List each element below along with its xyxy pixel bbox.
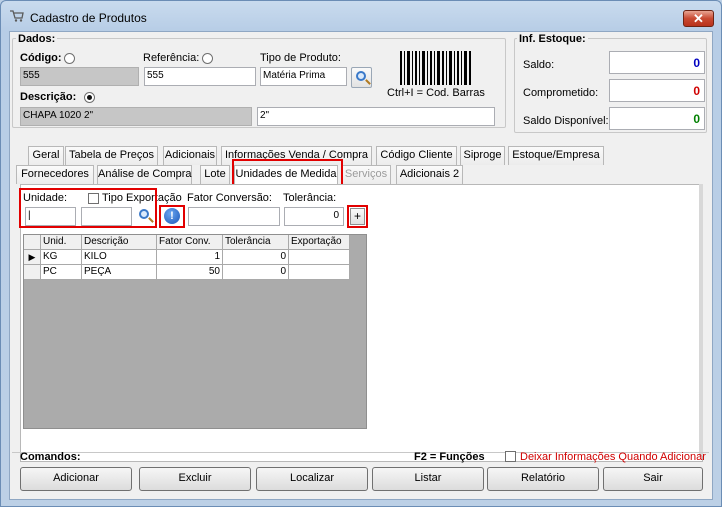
referencia-label: Referência: xyxy=(143,52,200,64)
tab-codigo-cliente[interactable]: Código Cliente xyxy=(376,146,457,165)
tab-fornecedores[interactable]: Fornecedores xyxy=(16,165,94,184)
col-tolerancia[interactable]: Tolerância xyxy=(223,235,289,250)
product-registration-window: Cadastro de Produtos ✕ Dados: Código: 55… xyxy=(0,0,722,507)
dados-group-title: Dados: xyxy=(16,33,58,45)
table-row-2-fator[interactable]: 50 xyxy=(157,265,223,280)
tolerancia-field[interactable]: 0 xyxy=(284,207,344,226)
col-unid[interactable]: Unid. xyxy=(41,235,82,250)
window-title: Cadastro de Produtos xyxy=(30,11,147,25)
tab-siproge[interactable]: Siproge xyxy=(460,146,505,165)
table-row-2-tolerancia[interactable]: 0 xyxy=(223,265,289,280)
table-row-2-exportacao[interactable] xyxy=(289,265,350,280)
localizar-button[interactable]: Localizar xyxy=(256,467,368,491)
referencia-field[interactable]: 555 xyxy=(144,67,256,86)
close-button[interactable]: ✕ xyxy=(683,10,714,27)
descricao-radio[interactable] xyxy=(84,92,95,103)
highlight-tab-unidades xyxy=(232,159,343,186)
descricao-extra-field[interactable]: 2" xyxy=(257,107,495,126)
tab-tabela-precos[interactable]: Tabela de Preços xyxy=(65,146,158,165)
table-row-2-unid[interactable]: PC xyxy=(41,265,82,280)
fator-conversao-field[interactable] xyxy=(188,207,280,226)
col-fator-conv[interactable]: Fator Conv. xyxy=(157,235,223,250)
tab-adicionais[interactable]: Adicionais xyxy=(163,146,217,165)
info-icon[interactable]: ! xyxy=(164,208,180,224)
estoque-group-title: Inf. Estoque: xyxy=(517,33,588,45)
panel-right-edge xyxy=(699,184,703,456)
comandos-title: Comandos: xyxy=(20,451,81,463)
tab-servicos[interactable]: Serviços xyxy=(341,165,391,184)
highlight-unidade xyxy=(19,188,157,228)
col-exportacao[interactable]: Exportação xyxy=(289,235,350,250)
descricao-label: Descrição: xyxy=(20,91,77,103)
descricao-field[interactable]: CHAPA 1020 2" xyxy=(20,107,252,126)
barcode-icon xyxy=(400,51,471,85)
tipo-produto-search-button[interactable] xyxy=(351,67,372,88)
excluir-button[interactable]: Excluir xyxy=(139,467,251,491)
comprometido-value: 0 xyxy=(609,79,705,102)
table-row-1-exportacao[interactable] xyxy=(289,250,350,265)
saldo-label: Saldo: xyxy=(523,59,555,71)
table-row-1-unid[interactable]: KG xyxy=(41,250,82,265)
add-unit-button[interactable]: + xyxy=(350,208,365,225)
relatorio-button[interactable]: Relatório xyxy=(487,467,599,491)
col-descricao[interactable]: Descrição xyxy=(82,235,157,250)
row-indicator-icon: ▶ xyxy=(24,250,41,265)
barcode-hint: Ctrl+I = Cod. Barras xyxy=(387,87,485,99)
listar-button[interactable]: Listar xyxy=(372,467,484,491)
tipo-produto-label: Tipo de Produto: xyxy=(260,52,341,64)
search-icon xyxy=(356,71,366,81)
deixar-informacoes-label: Deixar Informações Quando Adicionar xyxy=(520,451,706,463)
codigo-radio[interactable] xyxy=(64,53,75,64)
unidades-grid: Unid. Descrição Fator Conv. Tolerância E… xyxy=(23,234,367,429)
cart-icon xyxy=(10,10,24,22)
tab-adicionais-2[interactable]: Adicionais 2 xyxy=(396,165,463,184)
table-row-1-fator[interactable]: 1 xyxy=(157,250,223,265)
sair-button[interactable]: Sair xyxy=(603,467,703,491)
adicionar-button[interactable]: Adicionar xyxy=(20,467,132,491)
saldo-value: 0 xyxy=(609,51,705,74)
client-area: Dados: Código: 555 Referência: 555 Tipo … xyxy=(9,31,713,500)
title-bar[interactable]: Cadastro de Produtos ✕ xyxy=(1,1,721,31)
referencia-radio[interactable] xyxy=(202,53,213,64)
tolerancia-label: Tolerância: xyxy=(283,192,337,204)
table-row-1-tolerancia[interactable]: 0 xyxy=(223,250,289,265)
tipo-produto-field[interactable]: Matéria Prima xyxy=(260,67,347,86)
saldo-disponivel-value: 0 xyxy=(609,107,705,130)
comprometido-label: Comprometido: xyxy=(523,87,599,99)
tab-estoque-empresa[interactable]: Estoque/Empresa xyxy=(508,146,604,165)
f2-hint: F2 = Funções xyxy=(414,451,485,463)
tab-analise-compra[interactable]: Análise de Compra xyxy=(97,165,192,184)
row-header-2 xyxy=(24,265,41,280)
codigo-label: Código: xyxy=(20,52,62,64)
table-row-1-descricao[interactable]: KILO xyxy=(82,250,157,265)
tab-geral[interactable]: Geral xyxy=(28,146,64,165)
codigo-field[interactable]: 555 xyxy=(20,67,139,86)
tab-lote[interactable]: Lote xyxy=(200,165,230,184)
table-row-2-descricao[interactable]: PEÇA xyxy=(82,265,157,280)
grid-corner xyxy=(24,235,41,250)
saldo-disponivel-label: Saldo Disponível: xyxy=(523,115,609,127)
deixar-informacoes-checkbox[interactable] xyxy=(505,451,516,462)
fator-conversao-label: Fator Conversão: xyxy=(187,192,272,204)
